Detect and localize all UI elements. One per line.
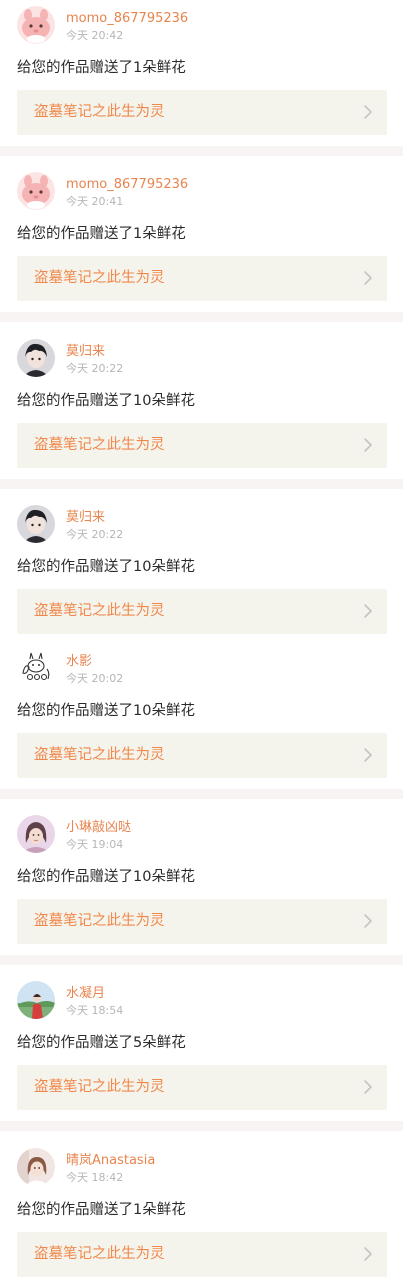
divider xyxy=(0,955,403,965)
portrait-photo-avatar-icon xyxy=(17,1148,55,1186)
chevron-right-icon xyxy=(363,913,373,929)
gift-message: 给您的作品赠送了1朵鲜花 xyxy=(17,60,186,76)
avatar[interactable] xyxy=(17,6,55,44)
chevron-right-icon xyxy=(363,104,373,120)
notification-item: 小琳敲凶哒 今天 19:04 给您的作品赠送了10朵鲜花 盗墓笔记之此生为灵 xyxy=(0,809,403,955)
work-link-card[interactable]: 盗墓笔记之此生为灵 xyxy=(17,1232,387,1277)
timestamp: 今天 20:02 xyxy=(66,672,124,685)
divider xyxy=(0,789,403,799)
avatar[interactable] xyxy=(17,981,55,1019)
username[interactable]: 莫归来 xyxy=(66,343,105,360)
work-title: 盗墓笔记之此生为灵 xyxy=(34,1246,165,1262)
divider xyxy=(0,312,403,322)
work-title: 盗墓笔记之此生为灵 xyxy=(34,437,165,453)
timestamp: 今天 20:41 xyxy=(66,195,124,208)
username[interactable]: 小琳敲凶哒 xyxy=(66,819,131,836)
gift-message: 给您的作品赠送了1朵鲜花 xyxy=(17,226,186,242)
avatar[interactable] xyxy=(17,505,55,543)
work-link-card[interactable]: 盗墓笔记之此生为灵 xyxy=(17,899,387,944)
avatar[interactable] xyxy=(17,172,55,210)
doodle-avatar-icon xyxy=(17,649,55,687)
girl-photo-avatar-icon xyxy=(17,815,55,853)
work-title: 盗墓笔记之此生为灵 xyxy=(34,747,165,763)
timestamp: 今天 20:22 xyxy=(66,362,124,375)
timestamp: 今天 18:42 xyxy=(66,1171,124,1184)
gift-message: 给您的作品赠送了10朵鲜花 xyxy=(17,703,195,719)
gift-message: 给您的作品赠送了10朵鲜花 xyxy=(17,393,195,409)
timestamp: 今天 19:04 xyxy=(66,838,124,851)
notification-item: 晴岚Anastasia 今天 18:42 给您的作品赠送了1朵鲜花 盗墓笔记之此… xyxy=(0,1142,403,1280)
divider xyxy=(0,479,403,489)
chevron-right-icon xyxy=(363,270,373,286)
anime-boy-avatar-icon xyxy=(17,339,55,377)
chevron-right-icon xyxy=(363,1246,373,1262)
work-title: 盗墓笔记之此生为灵 xyxy=(34,913,165,929)
gift-message: 给您的作品赠送了5朵鲜花 xyxy=(17,1035,186,1051)
work-link-card[interactable]: 盗墓笔记之此生为灵 xyxy=(17,589,387,634)
divider xyxy=(0,1121,403,1131)
avatar[interactable] xyxy=(17,649,55,687)
notification-item: 水凝月 今天 18:54 给您的作品赠送了5朵鲜花 盗墓笔记之此生为灵 xyxy=(0,975,403,1121)
work-link-card[interactable]: 盗墓笔记之此生为灵 xyxy=(17,256,387,301)
pink-bunny-avatar-icon xyxy=(17,172,55,210)
chevron-right-icon xyxy=(363,1079,373,1095)
chevron-right-icon xyxy=(363,747,373,763)
chevron-right-icon xyxy=(363,437,373,453)
anime-boy-avatar-icon xyxy=(17,505,55,543)
work-title: 盗墓笔记之此生为灵 xyxy=(34,270,165,286)
gift-message: 给您的作品赠送了10朵鲜花 xyxy=(17,869,195,885)
pink-bunny-avatar-icon xyxy=(17,6,55,44)
timestamp: 今天 20:42 xyxy=(66,29,124,42)
gift-message: 给您的作品赠送了10朵鲜花 xyxy=(17,559,195,575)
notification-item: 莫归来 今天 20:22 给您的作品赠送了10朵鲜花 盗墓笔记之此生为灵 xyxy=(0,499,403,645)
username[interactable]: 水影 xyxy=(66,653,92,670)
gift-message: 给您的作品赠送了1朵鲜花 xyxy=(17,1202,186,1218)
username[interactable]: 晴岚Anastasia xyxy=(66,1152,155,1169)
work-link-card[interactable]: 盗墓笔记之此生为灵 xyxy=(17,733,387,778)
notification-item: momo_867795236 今天 20:41 给您的作品赠送了1朵鲜花 盗墓笔… xyxy=(0,166,403,312)
chevron-right-icon xyxy=(363,603,373,619)
notification-item: 水影 今天 20:02 给您的作品赠送了10朵鲜花 盗墓笔记之此生为灵 xyxy=(0,643,403,789)
work-link-card[interactable]: 盗墓笔记之此生为灵 xyxy=(17,1065,387,1110)
avatar[interactable] xyxy=(17,815,55,853)
work-link-card[interactable]: 盗墓笔记之此生为灵 xyxy=(17,423,387,468)
username[interactable]: 莫归来 xyxy=(66,509,105,526)
work-link-card[interactable]: 盗墓笔记之此生为灵 xyxy=(17,90,387,135)
gift-notification-feed: momo_867795236 今天 20:42 给您的作品赠送了1朵鲜花 盗墓笔… xyxy=(0,0,403,1280)
work-title: 盗墓笔记之此生为灵 xyxy=(34,104,165,120)
username[interactable]: momo_867795236 xyxy=(66,176,188,193)
timestamp: 今天 20:22 xyxy=(66,528,124,541)
work-title: 盗墓笔记之此生为灵 xyxy=(34,603,165,619)
username[interactable]: 水凝月 xyxy=(66,985,105,1002)
avatar[interactable] xyxy=(17,1148,55,1186)
username[interactable]: momo_867795236 xyxy=(66,10,188,27)
work-title: 盗墓笔记之此生为灵 xyxy=(34,1079,165,1095)
timestamp: 今天 18:54 xyxy=(66,1004,124,1017)
notification-item: 莫归来 今天 20:22 给您的作品赠送了10朵鲜花 盗墓笔记之此生为灵 xyxy=(0,333,403,479)
avatar[interactable] xyxy=(17,339,55,377)
outdoor-photo-avatar-icon xyxy=(17,981,55,1019)
divider xyxy=(0,146,403,156)
notification-item: momo_867795236 今天 20:42 给您的作品赠送了1朵鲜花 盗墓笔… xyxy=(0,0,403,146)
